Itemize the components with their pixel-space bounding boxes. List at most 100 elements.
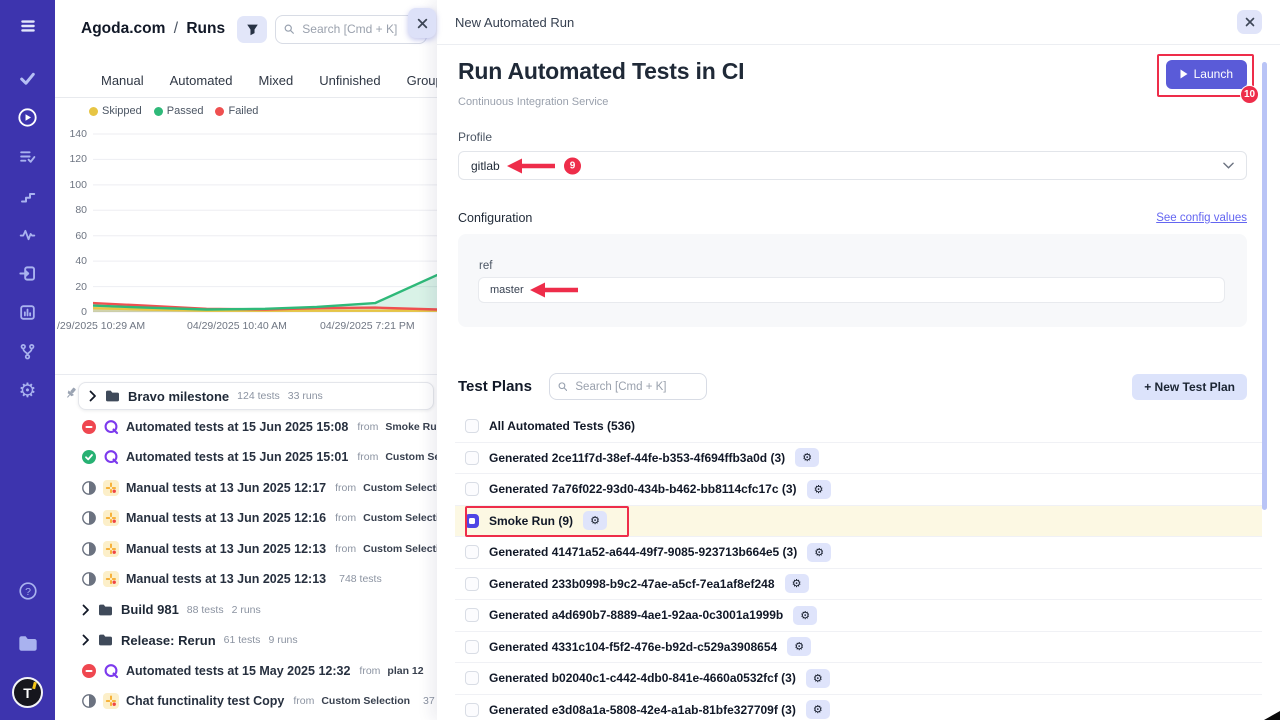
run-from-source[interactable]: Custom Selection	[321, 695, 410, 707]
run-from-source[interactable]: Custom Selection	[363, 482, 437, 494]
legend-failed[interactable]: Failed	[215, 105, 258, 117]
tab-manual[interactable]: Manual	[101, 73, 144, 88]
folder-name[interactable]: Bravo milestone	[128, 389, 229, 404]
test-plan-row[interactable]: All Automated Tests (536)	[455, 411, 1262, 443]
help-icon[interactable]: ?	[17, 580, 39, 602]
test-plan-checkbox[interactable]	[465, 671, 479, 685]
test-plan-settings-button[interactable]: ⚙	[583, 511, 607, 530]
folder-name[interactable]: Release: Rerun	[121, 633, 216, 648]
test-plan-checkbox[interactable]	[465, 514, 479, 528]
test-plan-row[interactable]: Generated 2ce11f7d-38ef-44fe-b353-4f694f…	[455, 443, 1262, 475]
run-list-item[interactable]: Automated tests at 15 Jun 2025 15:01 fro…	[55, 442, 437, 473]
profile-select[interactable]: gitlab 9	[458, 151, 1247, 180]
run-group-folder-row[interactable]: Build 981 88 tests 2 runs	[55, 595, 437, 626]
run-title[interactable]: Automated tests at 15 Jun 2025 15:01	[126, 450, 348, 464]
test-plan-row[interactable]: Smoke Run (9) ⚙	[455, 506, 1262, 538]
run-title[interactable]: Manual tests at 13 Jun 2025 12:13	[126, 542, 326, 556]
run-from-source[interactable]: Custom Selection	[363, 512, 437, 524]
test-plan-checkbox[interactable]	[465, 419, 479, 433]
scrollbar-thumb[interactable]	[1262, 62, 1267, 510]
runs-search-input[interactable]	[300, 21, 418, 37]
test-plan-label[interactable]: Generated 41471a52-a644-49f7-9085-923713…	[489, 545, 797, 559]
legend-skipped[interactable]: Skipped	[89, 105, 142, 117]
test-plan-label[interactable]: Generated 233b0998-b9c2-47ae-a5cf-7ea1af…	[489, 577, 775, 591]
run-title[interactable]: Manual tests at 13 Jun 2025 12:17	[126, 481, 326, 495]
test-plan-label[interactable]: Generated a4d690b7-8889-4ae1-92aa-0c3001…	[489, 608, 783, 622]
launch-button[interactable]: Launch	[1166, 60, 1247, 89]
folder-card[interactable]: Release: Rerun 61 tests 9 runs	[82, 633, 437, 648]
tab-automated[interactable]: Automated	[170, 73, 233, 88]
chevron-right-icon[interactable]	[82, 604, 90, 616]
test-plan-row[interactable]: Generated 4331c104-f5f2-476e-b92d-c529a3…	[455, 632, 1262, 664]
test-plans-icon[interactable]	[17, 146, 39, 168]
runs-icon[interactable]	[17, 107, 39, 129]
run-from-source[interactable]: Custom Selection	[385, 451, 437, 463]
run-title[interactable]: Manual tests at 13 Jun 2025 12:13	[126, 572, 326, 586]
test-plan-label[interactable]: Generated e3d08a1a-5808-42e4-a1ab-81bfe3…	[489, 703, 796, 717]
panel-close-button[interactable]	[1237, 10, 1262, 34]
run-title[interactable]: Automated tests at 15 May 2025 12:32	[126, 664, 350, 678]
breadcrumb-project[interactable]: Agoda.com	[81, 20, 165, 37]
test-plan-row[interactable]: Generated 233b0998-b9c2-47ae-a5cf-7ea1af…	[455, 569, 1262, 601]
run-list-item[interactable]: Chat functinality test Copy from Custom …	[55, 686, 437, 717]
test-plan-checkbox[interactable]	[465, 482, 479, 496]
run-title[interactable]: Chat functinality test Copy	[126, 694, 284, 708]
test-plan-checkbox[interactable]	[465, 703, 479, 717]
test-plan-settings-button[interactable]: ⚙	[807, 480, 831, 499]
test-plan-checkbox[interactable]	[465, 640, 479, 654]
folder-card[interactable]: Bravo milestone 124 tests 33 runs	[78, 382, 434, 410]
app-logo-avatar[interactable]: T	[12, 677, 43, 708]
test-plan-label[interactable]: Smoke Run (9)	[489, 514, 573, 528]
run-title[interactable]: Automated tests at 15 Jun 2025 15:08	[126, 420, 348, 434]
tab-unfinished[interactable]: Unfinished	[319, 73, 380, 88]
see-config-values-link[interactable]: See config values	[1156, 212, 1247, 224]
panel-close-button[interactable]	[408, 8, 436, 38]
run-list-item[interactable]: Manual tests at 13 Jun 2025 12:13 748 te…	[55, 564, 437, 595]
branches-icon[interactable]	[17, 341, 39, 363]
steps-icon[interactable]	[17, 185, 39, 207]
chevron-right-icon[interactable]	[82, 634, 90, 646]
filter-button[interactable]	[237, 16, 267, 43]
run-from-source[interactable]: Smoke Run	[385, 421, 437, 433]
run-group-folder-row[interactable]: Bravo milestone 124 tests 33 runs	[55, 381, 437, 412]
test-plan-settings-button[interactable]: ⚙	[793, 606, 817, 625]
runs-search[interactable]	[275, 15, 427, 44]
test-plan-settings-button[interactable]: ⚙	[795, 448, 819, 467]
folder-name[interactable]: Build 981	[121, 602, 179, 617]
test-plan-row[interactable]: Generated b02040c1-c442-4db0-841e-4660a0…	[455, 663, 1262, 695]
test-plans-search[interactable]	[549, 373, 707, 400]
run-list-item[interactable]: Manual tests at 13 Jun 2025 12:16 from C…	[55, 503, 437, 534]
test-plan-label[interactable]: Generated 7a76f022-93d0-434b-b462-bb8114…	[489, 482, 797, 496]
import-icon[interactable]	[17, 263, 39, 285]
run-list-item[interactable]: Automated tests at 15 Jun 2025 15:08 fro…	[55, 412, 437, 443]
test-plan-checkbox[interactable]	[465, 545, 479, 559]
test-plan-row[interactable]: Generated 41471a52-a644-49f7-9085-923713…	[455, 537, 1262, 569]
test-plan-settings-button[interactable]: ⚙	[806, 669, 830, 688]
test-plan-checkbox[interactable]	[465, 608, 479, 622]
run-from-source[interactable]: Custom Selection	[363, 543, 437, 555]
menu-icon[interactable]	[17, 15, 39, 37]
analytics-icon[interactable]	[17, 302, 39, 324]
test-plan-row[interactable]: Generated 7a76f022-93d0-434b-b462-bb8114…	[455, 474, 1262, 506]
tab-mixed[interactable]: Mixed	[259, 73, 294, 88]
test-plan-settings-button[interactable]: ⚙	[785, 574, 809, 593]
test-plan-settings-button[interactable]: ⚙	[806, 700, 830, 719]
test-plan-row[interactable]: Generated a4d690b7-8889-4ae1-92aa-0c3001…	[455, 600, 1262, 632]
test-plan-label[interactable]: Generated 2ce11f7d-38ef-44fe-b353-4f694f…	[489, 451, 785, 465]
test-plans-search-input[interactable]	[573, 380, 698, 394]
test-plan-settings-button[interactable]: ⚙	[787, 637, 811, 656]
test-plan-checkbox[interactable]	[465, 577, 479, 591]
tests-icon[interactable]	[17, 68, 39, 90]
run-title[interactable]: Manual tests at 13 Jun 2025 12:16	[126, 511, 326, 525]
settings-icon[interactable]: ⚙	[17, 380, 39, 402]
projects-folder-icon[interactable]	[17, 633, 39, 655]
run-list-item[interactable]: Manual tests at 13 Jun 2025 12:13 from C…	[55, 534, 437, 565]
test-plan-settings-button[interactable]: ⚙	[807, 543, 831, 562]
chevron-right-icon[interactable]	[89, 390, 97, 402]
test-plan-label[interactable]: Generated b02040c1-c442-4db0-841e-4660a0…	[489, 671, 796, 685]
test-plan-row[interactable]: Generated e3d08a1a-5808-42e4-a1ab-81bfe3…	[455, 695, 1262, 720]
pulse-icon[interactable]	[17, 224, 39, 246]
run-list-item[interactable]: Manual tests at 13 Jun 2025 12:17 from C…	[55, 473, 437, 504]
run-from-source[interactable]: plan 12	[387, 665, 423, 677]
run-group-folder-row[interactable]: Release: Rerun 61 tests 9 runs	[55, 625, 437, 656]
